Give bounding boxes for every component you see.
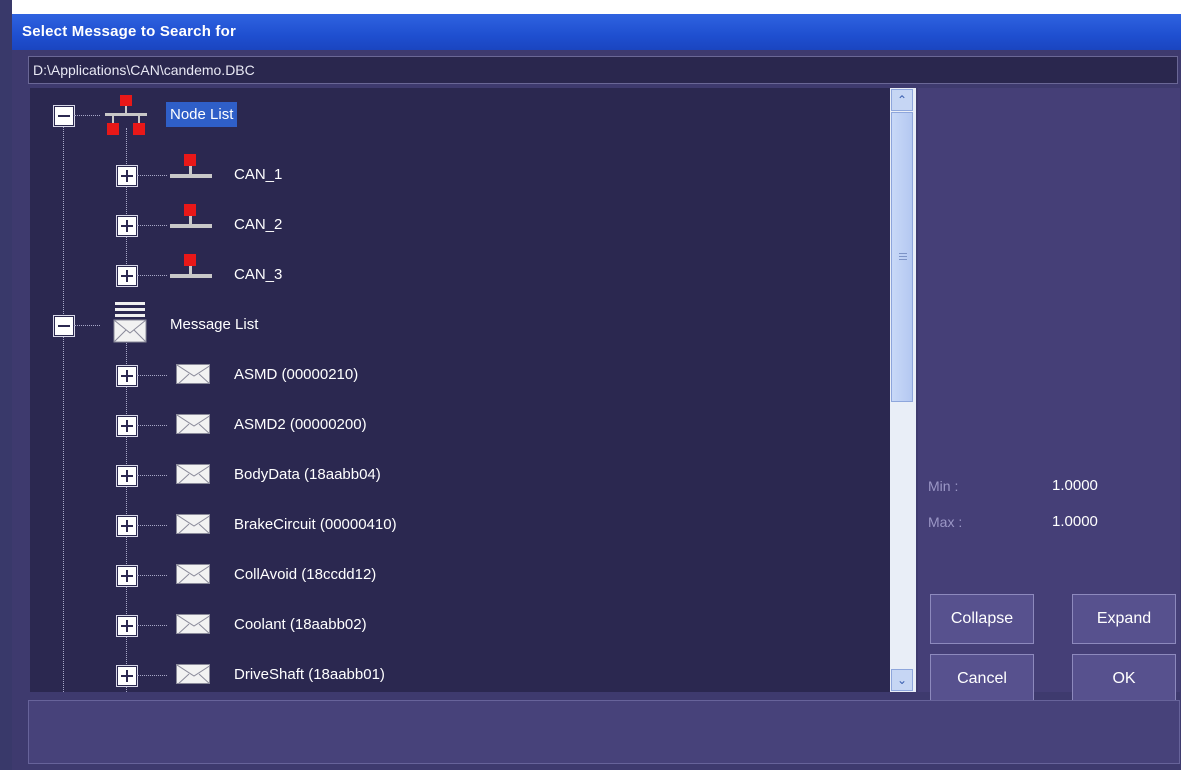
tree-vertical-scrollbar[interactable]: ⌃ ⌄ bbox=[890, 88, 916, 692]
envelope-icon bbox=[176, 614, 210, 634]
file-path-field[interactable]: D:\Applications\CAN\candemo.DBC bbox=[28, 56, 1178, 84]
tree-item-label: Coolant (18aabb02) bbox=[234, 616, 367, 633]
expand-button[interactable]: Expand bbox=[1072, 594, 1176, 644]
envelope-icon bbox=[176, 514, 210, 534]
expand-toggle[interactable] bbox=[117, 216, 137, 236]
select-message-dialog: Select Message to Search for D:\Applicat… bbox=[12, 14, 1181, 770]
tree-connector bbox=[63, 122, 64, 692]
status-bar bbox=[28, 700, 1180, 764]
tree-connector bbox=[74, 115, 100, 116]
expand-toggle[interactable] bbox=[117, 366, 137, 386]
file-path-text: D:\Applications\CAN\candemo.DBC bbox=[33, 62, 255, 78]
expand-toggle[interactable] bbox=[117, 566, 137, 586]
network-node-icon bbox=[168, 252, 216, 282]
dialog-title: Select Message to Search for bbox=[22, 23, 237, 40]
message-list-icon bbox=[112, 300, 148, 346]
network-node-icon bbox=[168, 202, 216, 232]
tree-item-label: CAN_2 bbox=[234, 216, 283, 233]
background-edge bbox=[0, 0, 12, 770]
tree-item-label: ASMD (00000210) bbox=[234, 366, 359, 383]
dialog-title-bar: Select Message to Search for bbox=[12, 14, 1181, 50]
expand-toggle[interactable] bbox=[117, 516, 137, 536]
tree-connector bbox=[137, 175, 167, 176]
tree-connector bbox=[137, 225, 167, 226]
envelope-icon bbox=[176, 664, 210, 684]
envelope-icon bbox=[176, 364, 210, 384]
grip-icon bbox=[899, 253, 907, 254]
expand-toggle[interactable] bbox=[117, 266, 137, 286]
network-nodes-icon bbox=[102, 93, 150, 139]
network-node-icon bbox=[168, 152, 216, 182]
ok-button[interactable]: OK bbox=[1072, 654, 1176, 704]
scroll-down-button[interactable]: ⌄ bbox=[891, 669, 913, 691]
tree-item-label: CAN_3 bbox=[234, 266, 283, 283]
side-panel: Min : 1.0000 Max : 1.0000 Collapse Expan… bbox=[918, 88, 1180, 704]
tree-item-label: BrakeCircuit (00000410) bbox=[234, 516, 397, 533]
tree-connector bbox=[137, 425, 167, 426]
message-tree[interactable]: Node List CAN_1 CAN_2 CAN_3 Message List… bbox=[30, 88, 902, 692]
tree-connector bbox=[137, 625, 167, 626]
expand-toggle[interactable] bbox=[117, 616, 137, 636]
tree-connector bbox=[137, 575, 167, 576]
tree-connector bbox=[137, 275, 167, 276]
max-label: Max : bbox=[928, 514, 963, 530]
chevron-down-icon: ⌄ bbox=[896, 673, 908, 687]
min-label: Min : bbox=[928, 478, 959, 494]
scrollbar-thumb[interactable] bbox=[891, 112, 913, 402]
expand-toggle[interactable] bbox=[117, 466, 137, 486]
node-list-label[interactable]: Node List bbox=[166, 102, 238, 127]
tree-connector bbox=[137, 675, 167, 676]
tree-connector bbox=[126, 128, 127, 264]
min-value: 1.0000 bbox=[1052, 477, 1098, 494]
cancel-button[interactable]: Cancel bbox=[930, 654, 1034, 704]
envelope-icon bbox=[176, 414, 210, 434]
expand-toggle[interactable] bbox=[117, 416, 137, 436]
message-list-label[interactable]: Message List bbox=[170, 316, 258, 333]
tree-item-label: ASMD2 (00000200) bbox=[234, 416, 367, 433]
collapse-button[interactable]: Collapse bbox=[930, 594, 1034, 644]
tree-item-label: BodyData (18aabb04) bbox=[234, 466, 381, 483]
envelope-icon bbox=[176, 464, 210, 484]
expand-toggle[interactable] bbox=[117, 666, 137, 686]
envelope-icon bbox=[176, 564, 210, 584]
scroll-up-button[interactable]: ⌃ bbox=[891, 89, 913, 111]
tree-item-label: DriveShaft (18aabb01) bbox=[234, 666, 385, 683]
collapse-message-list-toggle[interactable] bbox=[54, 316, 74, 336]
tree-connector bbox=[137, 475, 167, 476]
tree-connector bbox=[137, 375, 167, 376]
tree-item-label: CAN_1 bbox=[234, 166, 283, 183]
tree-connector bbox=[126, 332, 127, 692]
tree-connector bbox=[137, 525, 167, 526]
tree-item-label: CollAvoid (18ccdd12) bbox=[234, 566, 377, 583]
max-value: 1.0000 bbox=[1052, 513, 1098, 530]
collapse-node-list-toggle[interactable] bbox=[54, 106, 74, 126]
tree-connector bbox=[74, 325, 100, 326]
expand-toggle[interactable] bbox=[117, 166, 137, 186]
chevron-up-icon: ⌃ bbox=[896, 93, 908, 107]
